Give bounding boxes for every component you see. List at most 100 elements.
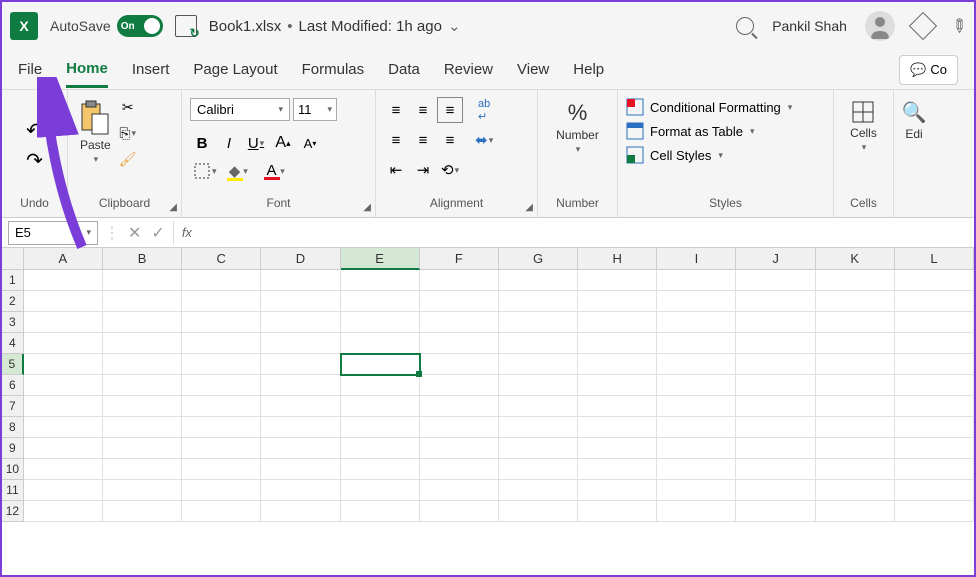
cell-L11[interactable] [895, 480, 974, 501]
cell-L7[interactable] [895, 396, 974, 417]
cell-H1[interactable] [578, 270, 657, 291]
cell-E9[interactable] [341, 438, 420, 459]
cell-B11[interactable] [103, 480, 182, 501]
cell-C5[interactable] [182, 354, 261, 375]
tab-insert[interactable]: Insert [132, 53, 170, 86]
fill-color-button[interactable]: ◆▾ [223, 159, 247, 183]
cell-H11[interactable] [578, 480, 657, 501]
cell-A5[interactable] [24, 354, 103, 375]
select-all-corner[interactable] [2, 248, 24, 270]
cell-C7[interactable] [182, 396, 261, 417]
cell-B9[interactable] [103, 438, 182, 459]
fx-icon[interactable]: fx [174, 225, 200, 240]
cell-H2[interactable] [578, 291, 657, 312]
cell-G8[interactable] [499, 417, 578, 438]
number-format-button[interactable]: % Number ▾ [552, 98, 603, 157]
row-header-3[interactable]: 3 [2, 312, 24, 333]
cell-J3[interactable] [736, 312, 815, 333]
cell-H9[interactable] [578, 438, 657, 459]
cell-A9[interactable] [24, 438, 103, 459]
col-header-I[interactable]: I [657, 248, 736, 270]
cell-K4[interactable] [816, 333, 895, 354]
col-header-E[interactable]: E [341, 248, 420, 270]
wrap-text-button[interactable]: ab↵ [472, 98, 496, 122]
row-header-5[interactable]: 5 [2, 354, 24, 375]
cell-E10[interactable] [341, 459, 420, 480]
cell-B12[interactable] [103, 501, 182, 522]
cell-J5[interactable] [736, 354, 815, 375]
row-header-11[interactable]: 11 [2, 480, 24, 501]
cell-F10[interactable] [420, 459, 499, 480]
cell-L1[interactable] [895, 270, 974, 291]
cell-L3[interactable] [895, 312, 974, 333]
decrease-indent-button[interactable]: ⇤ [384, 158, 408, 182]
cell-A1[interactable] [24, 270, 103, 291]
comments-button[interactable]: 💬 Co [899, 55, 958, 85]
cell-D3[interactable] [261, 312, 340, 333]
grow-font-button[interactable]: A▴ [271, 131, 295, 155]
cell-I6[interactable] [657, 375, 736, 396]
toggle-switch[interactable]: On [117, 15, 163, 37]
cell-K9[interactable] [816, 438, 895, 459]
cell-A11[interactable] [24, 480, 103, 501]
cell-K1[interactable] [816, 270, 895, 291]
cell-H10[interactable] [578, 459, 657, 480]
cell-C9[interactable] [182, 438, 261, 459]
cell-B5[interactable] [103, 354, 182, 375]
cell-C8[interactable] [182, 417, 261, 438]
cell-J12[interactable] [736, 501, 815, 522]
cell-K10[interactable] [816, 459, 895, 480]
cells-button[interactable]: Cells▾ [846, 98, 881, 155]
cell-C12[interactable] [182, 501, 261, 522]
cell-F7[interactable] [420, 396, 499, 417]
cell-I12[interactable] [657, 501, 736, 522]
cell-G6[interactable] [499, 375, 578, 396]
formula-input[interactable] [200, 221, 974, 245]
cell-K11[interactable] [816, 480, 895, 501]
cell-G12[interactable] [499, 501, 578, 522]
editing-button[interactable]: 🔍 Edi [898, 98, 931, 143]
cell-I5[interactable] [657, 354, 736, 375]
cell-E5[interactable] [341, 354, 420, 375]
underline-button[interactable]: U▾ [244, 131, 268, 155]
cell-I7[interactable] [657, 396, 736, 417]
cell-G7[interactable] [499, 396, 578, 417]
cell-D12[interactable] [261, 501, 340, 522]
premium-icon[interactable] [909, 12, 937, 40]
cell-K3[interactable] [816, 312, 895, 333]
cell-A3[interactable] [24, 312, 103, 333]
cell-J10[interactable] [736, 459, 815, 480]
orientation-button[interactable]: ⟲▾ [438, 158, 462, 182]
cell-C3[interactable] [182, 312, 261, 333]
cell-C6[interactable] [182, 375, 261, 396]
cell-J2[interactable] [736, 291, 815, 312]
alignment-launcher-icon[interactable]: ◢ [525, 202, 533, 213]
cell-C1[interactable] [182, 270, 261, 291]
cell-L5[interactable] [895, 354, 974, 375]
cell-F6[interactable] [420, 375, 499, 396]
col-header-L[interactable]: L [895, 248, 974, 270]
align-middle-button[interactable]: ≡ [411, 98, 435, 122]
cell-D7[interactable] [261, 396, 340, 417]
col-header-D[interactable]: D [261, 248, 340, 270]
cell-I10[interactable] [657, 459, 736, 480]
cell-D4[interactable] [261, 333, 340, 354]
filename-area[interactable]: Book1.xlsx • Last Modified: 1h ago ⌄ [209, 17, 461, 35]
cell-C11[interactable] [182, 480, 261, 501]
cell-E6[interactable] [341, 375, 420, 396]
cell-B10[interactable] [103, 459, 182, 480]
cell-J8[interactable] [736, 417, 815, 438]
cell-D11[interactable] [261, 480, 340, 501]
cell-K12[interactable] [816, 501, 895, 522]
clipboard-launcher-icon[interactable]: ◢ [169, 202, 177, 213]
cell-E1[interactable] [341, 270, 420, 291]
undo-icon[interactable]: ↶ [26, 122, 44, 140]
cell-L6[interactable] [895, 375, 974, 396]
format-as-table-button[interactable]: Format as Table▾ [626, 122, 792, 140]
avatar[interactable] [865, 11, 895, 41]
cell-A10[interactable] [24, 459, 103, 480]
cell-B4[interactable] [103, 333, 182, 354]
cell-F9[interactable] [420, 438, 499, 459]
col-header-A[interactable]: A [24, 248, 103, 270]
save-icon[interactable] [175, 15, 197, 37]
